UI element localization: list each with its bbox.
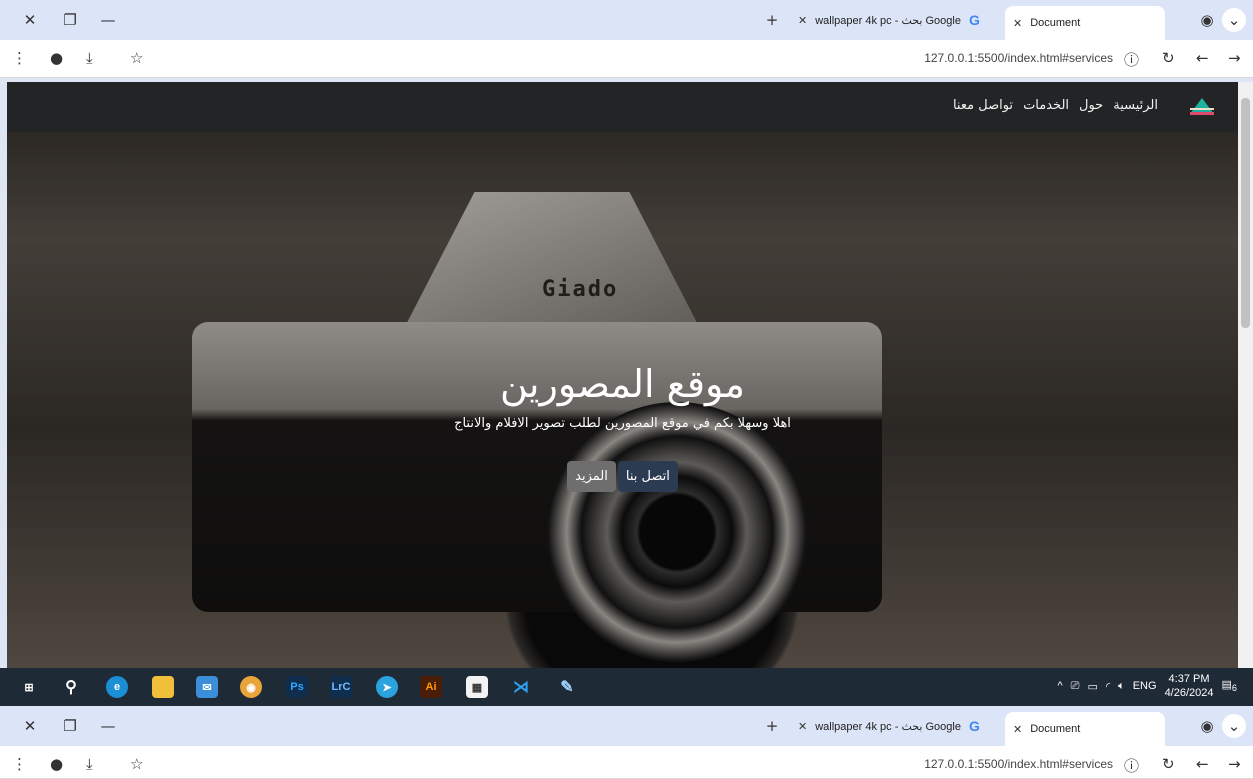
reload-icon[interactable]: ↻ [1162,755,1175,773]
close-tab-icon[interactable]: ✕ [798,720,807,733]
tab-title: wallpaper 4k pc - بحث Google [815,720,961,733]
hero-title: موقع المصورين [500,362,745,406]
page-viewport: الرئيسية حول الخدمات تواصل معنا Giado مو… [7,82,1238,668]
forward-icon[interactable]: → [1228,755,1241,773]
nav-about[interactable]: حول [1079,98,1103,113]
site-logo-icon[interactable] [1188,96,1216,118]
search-icon[interactable]: ⚲ [60,676,82,698]
windows-taskbar: ⊞ ⚲ e ✉ ◉ Ps LrC ➤ Ai ▦ ⋊ ✎ ^ ⎚ ▭ ◜ 🔈︎ E… [0,668,1253,706]
nav-home[interactable]: الرئيسية [1113,98,1158,113]
wifi-icon[interactable]: ◜ [1106,680,1110,693]
tab-google-search[interactable]: ✕ wallpaper 4k pc - بحث Google G [790,712,1000,740]
more-button[interactable]: المزيد [567,461,616,492]
tab-search-icon[interactable]: ⌄ [1222,714,1246,738]
hero-subtitle: اهلا وسهلا بكم في موقع المصورين لطلب تصو… [454,416,791,431]
store-icon[interactable]: ▦ [466,676,488,698]
forward-icon[interactable]: → [1228,49,1241,67]
bookmark-star-icon[interactable]: ☆ [130,49,143,67]
restore-window-icon[interactable]: ❐ [58,714,82,738]
google-icon: G [968,718,980,734]
address-bar: ⋮ ● ⤓ ☆ 127.0.0.1:5500/index.html#servic… [0,40,1253,78]
menu-icon[interactable]: ⋮ [12,755,27,773]
minimize-window-icon[interactable]: — [96,8,120,32]
tab-bar: ✕ ❐ — + ✕ wallpaper 4k pc - بحث Google G… [0,0,1253,40]
volume-icon[interactable]: 🔈︎ [1118,680,1125,693]
tab-bar: ✕ ❐ — + ✕ wallpaper 4k pc - بحث Google G… [0,706,1253,746]
nav-services[interactable]: الخدمات [1023,98,1069,113]
close-window-icon[interactable]: ✕ [18,714,42,738]
new-tab-button[interactable]: + [760,714,784,738]
nav-contact[interactable]: تواصل معنا [953,98,1013,113]
site-info-icon[interactable]: ⓘ [1124,755,1139,776]
clock[interactable]: 4:37 PM 4/26/2024 [1165,672,1214,700]
windows-start-icon[interactable]: ⊞ [18,676,40,698]
illustrator-icon[interactable]: Ai [420,676,442,698]
hero-buttons: المزيد اتصل بنا [7,461,1238,492]
restore-window-icon[interactable]: ❐ [58,8,82,32]
clock-time: 4:37 PM [1168,673,1210,685]
tab-title: Document [1030,723,1081,735]
lightroom-icon[interactable]: LrC [330,676,352,698]
paint-icon[interactable]: ✎ [556,676,578,698]
site-navbar: الرئيسية حول الخدمات تواصل معنا [7,82,1238,132]
tab-title: Document [1030,17,1081,29]
chrome-icon[interactable]: ◉ [240,676,262,698]
edge-icon[interactable]: e [106,676,128,698]
vscode-icon[interactable]: ⋊ [510,676,532,698]
close-tab-icon[interactable]: ✕ [1013,723,1022,736]
google-icon: G [968,12,980,28]
profile-avatar[interactable]: ● [50,755,63,773]
minimize-window-icon[interactable]: — [96,714,120,738]
close-window-icon[interactable]: ✕ [18,8,42,32]
back-icon[interactable]: ← [1196,755,1209,773]
tab-document[interactable]: ✕ Document [1005,712,1165,746]
notifications-icon[interactable]: ▤6 [1222,678,1238,693]
browser-window-1: ✕ ❐ — + ✕ wallpaper 4k pc - بحث Google G… [0,0,1253,78]
hero-section: Giado موقع المصورين اهلا وسهلا بكم في مو… [7,132,1238,668]
file-explorer-icon[interactable] [152,676,174,698]
reload-icon[interactable]: ↻ [1162,49,1175,67]
photoshop-icon[interactable]: Ps [286,676,308,698]
back-icon[interactable]: ← [1196,49,1209,67]
menu-icon[interactable]: ⋮ [12,49,27,67]
battery-icon[interactable]: ▭ [1087,680,1097,693]
hero-content: موقع المصورين اهلا وسهلا بكم في موقع الم… [7,362,1238,492]
nav-links: الرئيسية حول الخدمات تواصل معنا [953,98,1158,113]
tray-chevron-icon[interactable]: ^ [1057,680,1062,692]
bookmark-star-icon[interactable]: ☆ [130,755,143,773]
globe-icon[interactable]: ◉ [1195,714,1219,738]
clock-date: 4/26/2024 [1164,687,1214,699]
profile-avatar[interactable]: ● [50,49,63,67]
mail-icon[interactable]: ✉ [196,676,218,698]
tray-app-icon[interactable]: ⎚ [1071,680,1080,693]
scrollbar-thumb[interactable] [1241,98,1250,328]
tab-document[interactable]: ✕ Document [1005,6,1165,40]
system-tray: ^ ⎚ ▭ ◜ 🔈︎ ENG 4:37 PM 4/26/2024 ▤6 [1057,672,1237,700]
browser-window-2: ✕ ❐ — + ✕ wallpaper 4k pc - بحث Google G… [0,706,1253,779]
notifications-count: 6 [1231,683,1237,694]
page-scrollbar[interactable] [1238,82,1253,668]
telegram-icon[interactable]: ➤ [376,676,398,698]
close-tab-icon[interactable]: ✕ [798,14,807,27]
tab-title: wallpaper 4k pc - بحث Google [815,14,961,27]
url-field[interactable]: 127.0.0.1:5500/index.html#services [924,757,1113,771]
globe-icon[interactable]: ◉ [1195,8,1219,32]
tab-search-icon[interactable]: ⌄ [1222,8,1246,32]
address-bar: ⋮ ● ⤓ ☆ 127.0.0.1:5500/index.html#servic… [0,746,1253,779]
url-field[interactable]: 127.0.0.1:5500/index.html#services [924,51,1113,65]
new-tab-button[interactable]: + [760,8,784,32]
download-icon[interactable]: ⤓ [86,755,93,773]
language-indicator[interactable]: ENG [1133,680,1157,692]
tab-google-search[interactable]: ✕ wallpaper 4k pc - بحث Google G [790,6,1000,34]
contact-button[interactable]: اتصل بنا [617,461,678,492]
download-icon[interactable]: ⤓ [86,49,93,67]
close-tab-icon[interactable]: ✕ [1013,17,1022,30]
site-info-icon[interactable]: ⓘ [1124,49,1139,70]
